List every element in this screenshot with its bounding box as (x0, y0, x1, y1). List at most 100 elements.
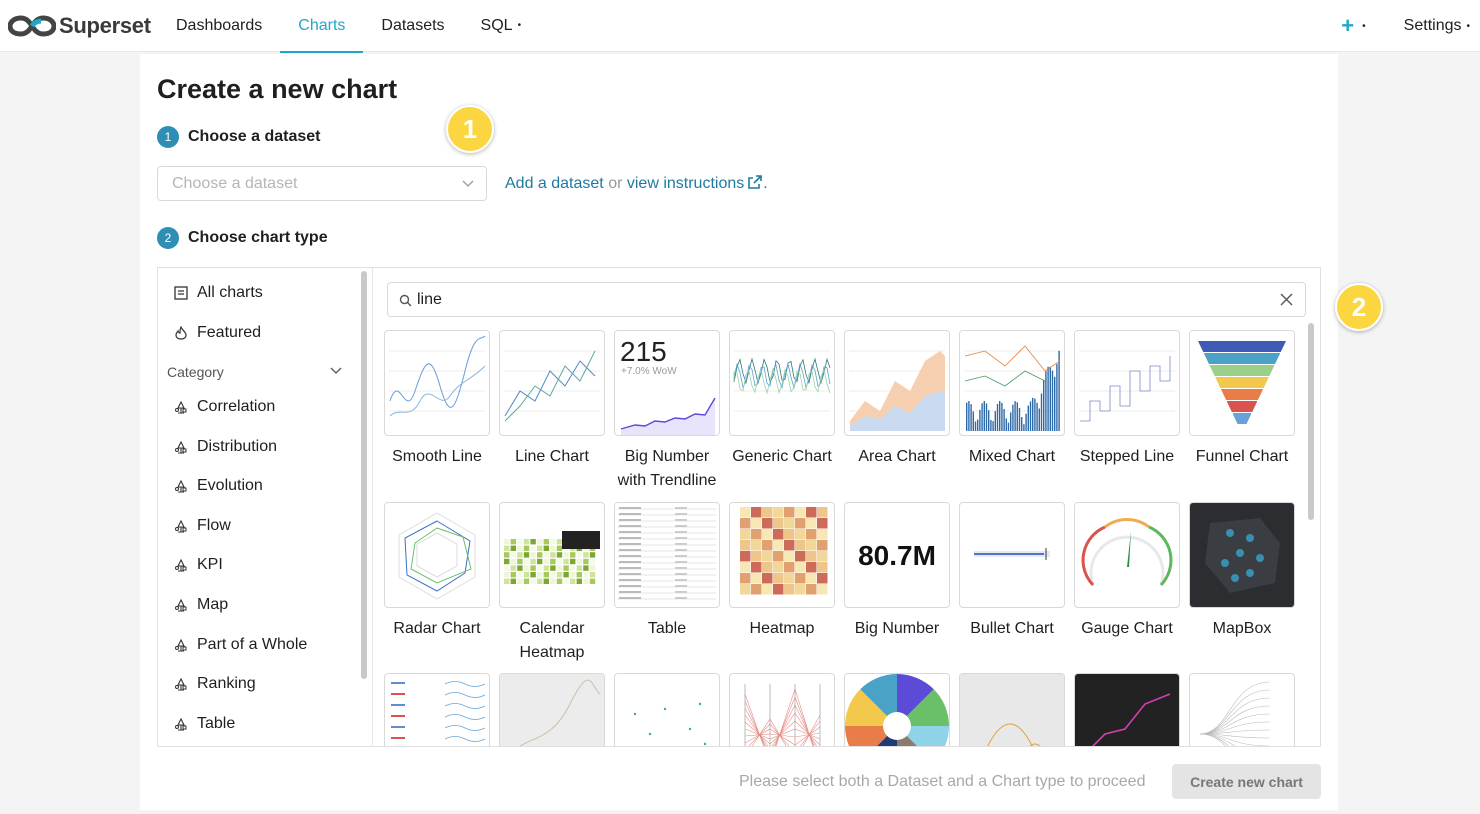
sidebar-item-label: Distribution (197, 437, 278, 455)
sidebar-item-map[interactable]: Map (174, 596, 228, 614)
big-number-value: 80.7M (858, 540, 936, 571)
chart-search-input[interactable]: line (387, 282, 1306, 317)
chart-tile-mixed[interactable]: Mixed Chart (959, 330, 1065, 469)
chart-tile-line[interactable]: Line Chart (499, 330, 605, 469)
chart-thumbnail (844, 673, 950, 746)
chart-tile-tree[interactable] (1189, 673, 1295, 746)
chart-thumbnail-image (744, 684, 821, 746)
chart-tile-gauge[interactable]: Gauge Chart (1074, 502, 1180, 641)
chart-thumbnail-image (633, 702, 707, 746)
callout-badge-2: 2 (1335, 283, 1383, 331)
big-number-value: 215 (620, 336, 667, 367)
sidebar-item-table[interactable]: Table (174, 715, 235, 733)
external-link-icon[interactable] (747, 174, 763, 190)
chart-thumbnail (384, 673, 490, 746)
sidebar-item-all-charts[interactable]: All charts (174, 284, 263, 302)
sidebar-item-kpi[interactable]: KPI (174, 556, 223, 574)
chart-tile-stepped[interactable]: Stepped Line (1074, 330, 1180, 469)
sidebar-item-evolution[interactable]: Evolution (174, 477, 263, 495)
chart-tile-table[interactable]: Table (614, 502, 720, 641)
chart-thumbnail (729, 673, 835, 746)
sidebar-item-featured[interactable]: Featured (174, 324, 261, 342)
chart-tile-parallel[interactable] (729, 673, 835, 746)
sidebar-item-label: Evolution (197, 477, 263, 495)
nav-sql[interactable]: SQL • (463, 0, 540, 52)
add-menu-button[interactable]: + • (1341, 13, 1365, 39)
sidebar-item-distribution[interactable]: Distribution (174, 438, 277, 456)
chart-tile-sunburst[interactable] (844, 673, 950, 746)
chart-tile-label: Table (647, 620, 687, 637)
chart-thumbnail-image (740, 507, 828, 595)
chart-thumbnail-image (1079, 350, 1175, 422)
sidebar-item-correlation[interactable]: Correlation (174, 398, 275, 416)
step-label: Choose chart type (188, 229, 328, 246)
chart-tile-path-dark[interactable] (1074, 673, 1180, 746)
sidebar-item-part-of-a-whole[interactable]: Part of a Whole (174, 636, 307, 654)
chart-thumbnail (614, 502, 720, 608)
chart-tile-label: Big Number with Trendline (617, 448, 717, 489)
chart-tile-label: Calendar Heatmap (519, 620, 585, 661)
nav-charts-label: Charts (298, 16, 346, 34)
chart-tile-heatmap[interactable]: Heatmap (729, 502, 835, 641)
settings-menu[interactable]: Settings • (1404, 17, 1470, 35)
chart-tile-bignumber[interactable]: 80.7M Big Number (844, 502, 950, 641)
app-name: Superset (59, 12, 151, 38)
chart-tile-timetable[interactable] (384, 673, 490, 746)
dataset-links: Add a dataset or view instructions. (505, 174, 768, 193)
search-icon (399, 294, 412, 307)
chart-thumbnail (959, 330, 1065, 436)
chart-tile-label: Radar Chart (393, 620, 481, 637)
chart-tile-radar[interactable]: Radar Chart (384, 502, 490, 641)
superset-logo[interactable]: Superset (8, 13, 158, 39)
nav-dashboards[interactable]: Dashboards (158, 0, 280, 52)
chart-tile-bignumber-trend[interactable]: 215 +7.0% WoW Big Number with Trendline (614, 330, 720, 493)
close-icon[interactable] (1280, 293, 1293, 306)
plus-icon: + (1341, 13, 1355, 38)
chart-tile-calendar[interactable]: Calendar Heatmap (499, 502, 605, 665)
category-icon (175, 638, 187, 652)
chart-tile-arcs[interactable] (959, 673, 1065, 746)
add-dataset-link[interactable]: Add a dataset (505, 175, 604, 192)
nav-datasets-label: Datasets (381, 16, 445, 34)
chart-thumbnail (384, 502, 490, 608)
category-header-label: Category (167, 364, 224, 380)
category-icon (175, 479, 187, 493)
chart-tile-smooth-line[interactable]: Smooth Line (384, 330, 490, 469)
chart-tile-mapbox[interactable]: MapBox (1189, 502, 1295, 641)
chart-thumbnail (729, 330, 835, 436)
step-choose-chart-type: 2 Choose chart type (157, 227, 328, 249)
chart-thumbnail-image (504, 531, 600, 584)
nav-datasets[interactable]: Datasets (363, 0, 462, 52)
top-nav: Superset Dashboards Charts Datasets SQL •… (0, 0, 1480, 53)
sidebar-item-flow[interactable]: Flow (174, 517, 231, 535)
chart-gallery-scrollbar[interactable] (1308, 323, 1314, 520)
sidebar-scrollbar[interactable] (361, 271, 367, 679)
sidebar-item-ranking[interactable]: Ranking (174, 675, 256, 693)
settings-label: Settings (1403, 17, 1462, 34)
footer-message: Please select both a Dataset and a Chart… (739, 773, 1146, 790)
chart-tile-map-light[interactable] (499, 673, 605, 746)
chart-tile-generic[interactable]: Generic Chart (729, 330, 835, 469)
chart-tile-funnel[interactable]: Funnel Chart (1189, 330, 1295, 469)
all-charts-icon (174, 286, 188, 300)
chart-tile-label: Mixed Chart (968, 448, 1056, 465)
sidebar-item-label: KPI (197, 556, 223, 574)
chart-tile-area[interactable]: Area Chart (844, 330, 950, 469)
category-header[interactable]: Category (167, 364, 342, 380)
view-instructions-link[interactable]: view instructions (627, 175, 744, 192)
chart-tile-label: Area Chart (858, 448, 936, 465)
chart-thumbnail-image (733, 350, 831, 412)
chart-thumbnail-image (391, 681, 486, 742)
chart-thumbnail-image (974, 548, 1050, 560)
sidebar-item-label: Part of a Whole (197, 635, 308, 653)
chart-thumbnail (1189, 502, 1295, 608)
dataset-select[interactable]: Choose a dataset (157, 166, 487, 201)
create-new-chart-button[interactable]: Create new chart (1172, 764, 1321, 799)
chart-tile-scatter[interactable] (614, 673, 720, 746)
nav-charts[interactable]: Charts (280, 0, 364, 53)
chart-type-selector: All charts Featured Category Correlation… (157, 267, 1321, 747)
dropdown-dot-icon: • (1466, 20, 1470, 32)
chart-thumbnail (1074, 673, 1180, 746)
chart-tile-bullet[interactable]: Bullet Chart (959, 502, 1065, 641)
step-choose-dataset: 1 Choose a dataset (157, 126, 320, 148)
